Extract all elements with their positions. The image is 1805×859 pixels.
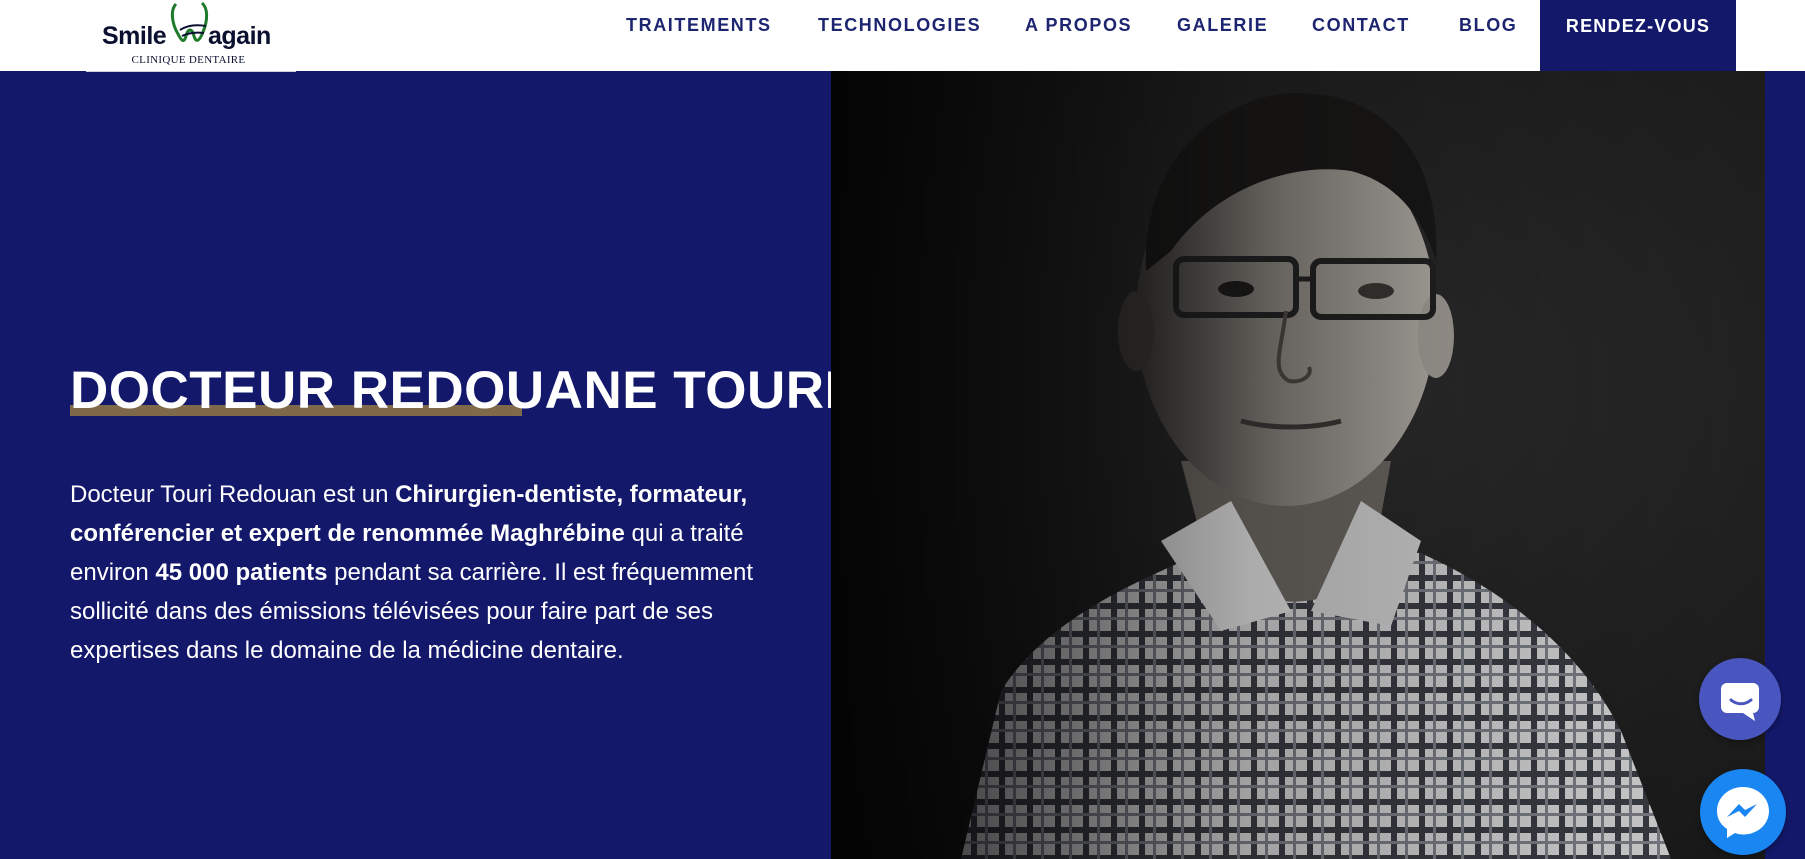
page-title: DOCTEUR REDOUANE TOURI <box>70 361 840 420</box>
portrait-illustration <box>831 71 1765 859</box>
logo-word-smile: Smile <box>102 22 167 50</box>
chat-button[interactable] <box>1699 658 1781 740</box>
description-emphasis: 45 000 patients <box>155 559 328 586</box>
description-text: Docteur Touri Redouan est un <box>70 481 396 508</box>
chat-bubble-icon <box>1721 683 1759 721</box>
nav-item-galerie[interactable]: GALERIE <box>1177 15 1268 36</box>
nav-item-blog[interactable]: BLOG <box>1459 15 1517 36</box>
nav-item-traitements[interactable]: TRAITEMENTS <box>626 15 772 36</box>
doctor-portrait <box>831 71 1765 859</box>
nav-item-technologies[interactable]: TECHNOLOGIES <box>818 15 981 36</box>
site-header: Smile again CLINIQUE DENTAIRE TRAITEMENT… <box>0 0 1805 72</box>
clinic-logo[interactable]: Smile again CLINIQUE DENTAIRE <box>86 0 296 72</box>
logo-subtitle: CLINIQUE DENTAIRE <box>131 54 246 66</box>
nav-item-contact[interactable]: CONTACT <box>1312 15 1410 36</box>
messenger-icon <box>1717 787 1769 838</box>
doctor-description: Docteur Touri Redouan est un Chirurgien-… <box>70 475 790 670</box>
tooth-logo-icon <box>170 1 209 42</box>
logo-word-again: again <box>208 22 271 50</box>
nav-item-a-propos[interactable]: A PROPOS <box>1025 15 1132 36</box>
rendez-vous-button[interactable]: RENDEZ-VOUS <box>1540 0 1736 71</box>
messenger-button[interactable] <box>1700 769 1786 855</box>
